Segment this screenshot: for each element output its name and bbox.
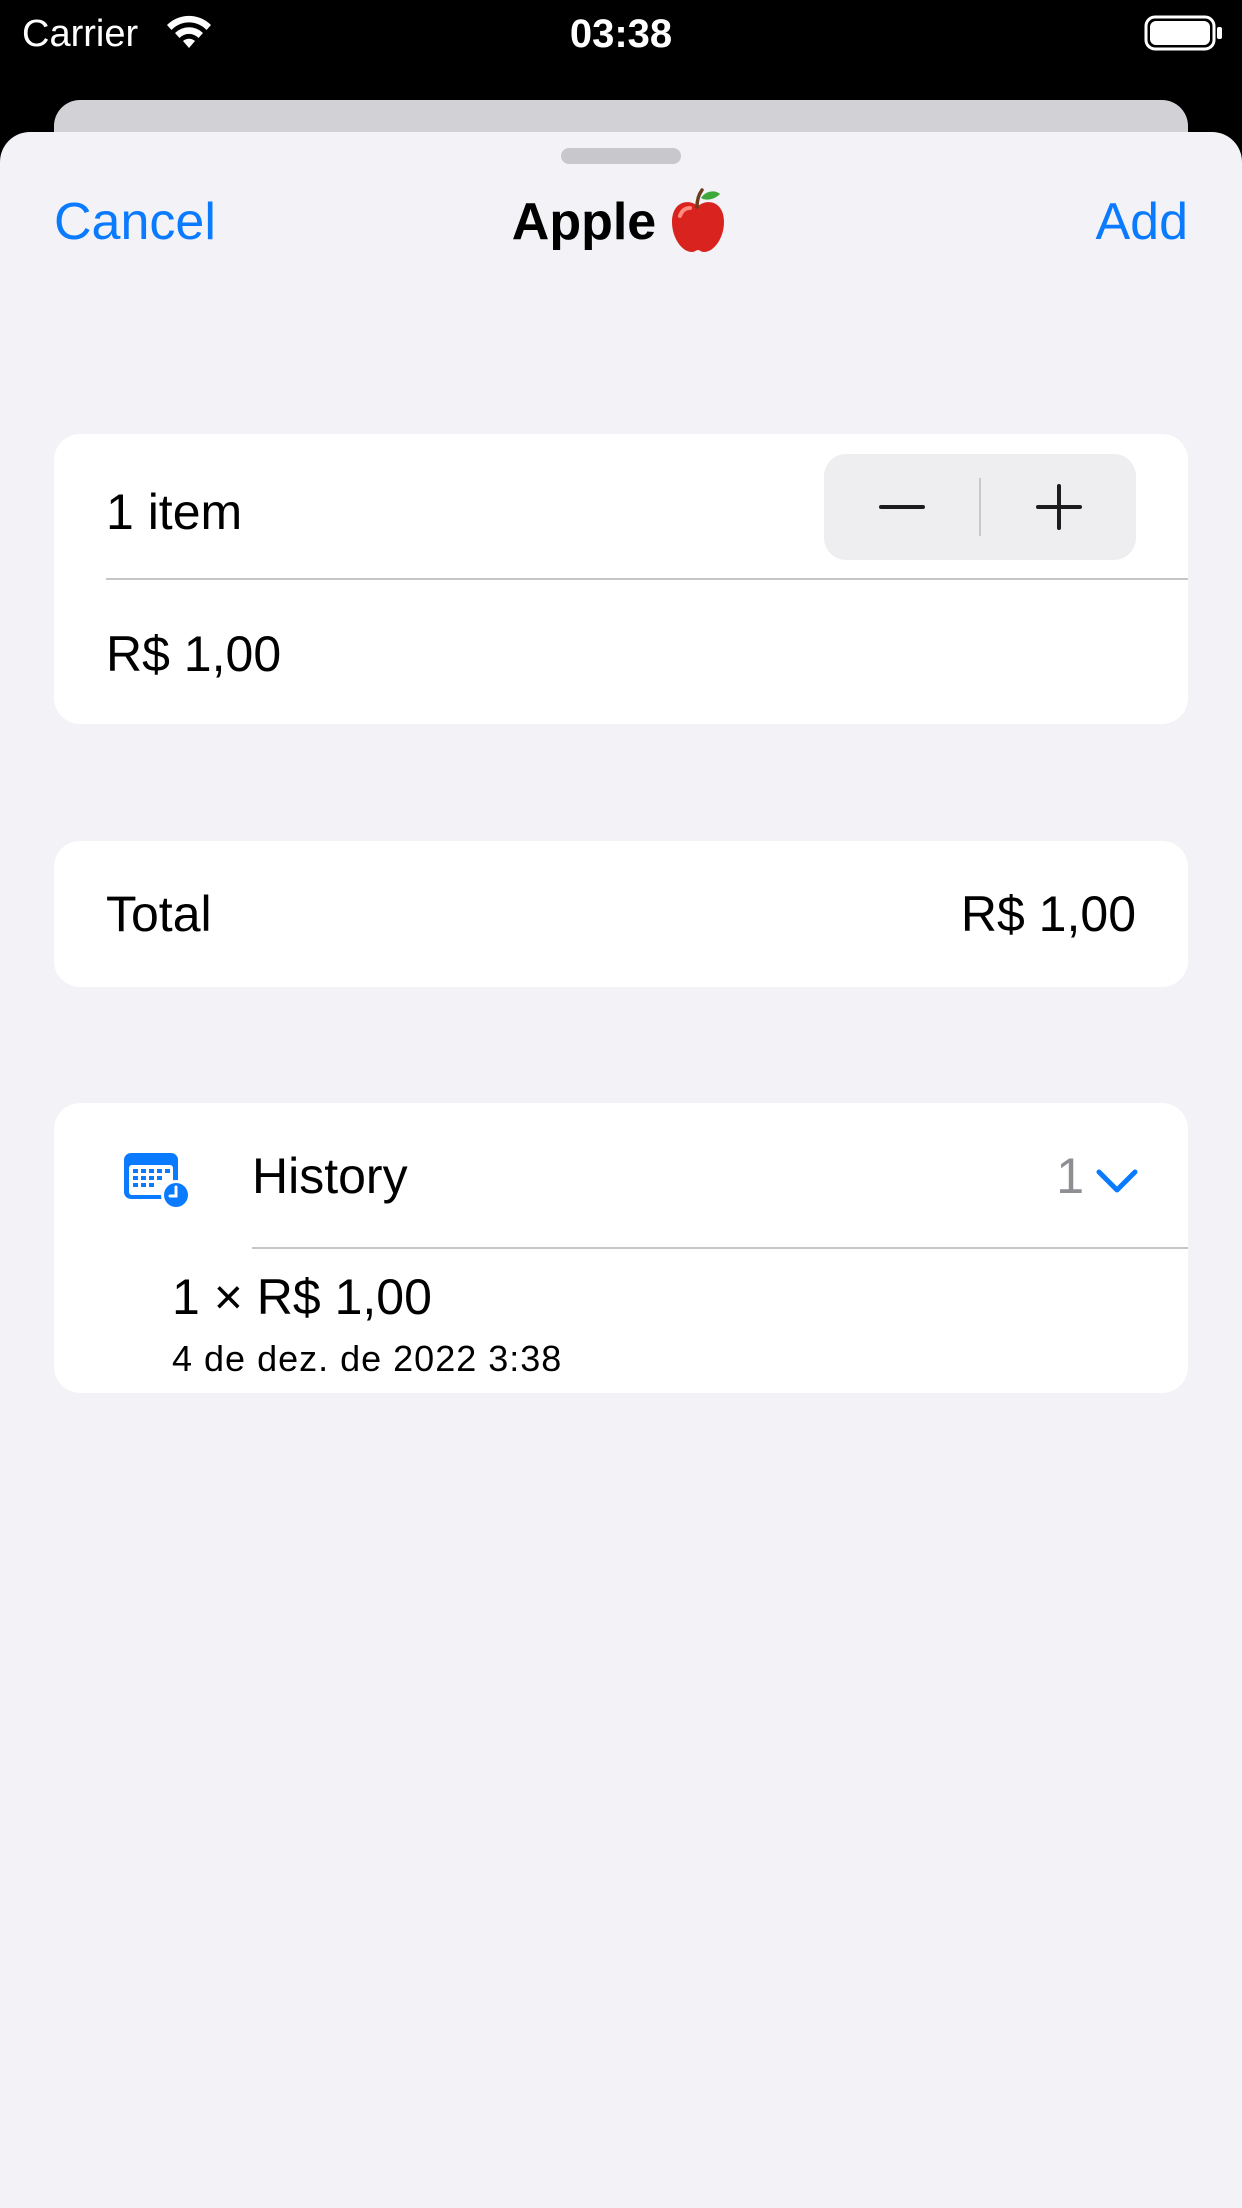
quantity-label: 1 item [106,484,243,540]
add-button[interactable]: Add [1095,190,1188,254]
divider [252,1247,1188,1249]
history-entry-summary: 1 × R$ 1,00 [172,1269,432,1325]
plus-icon [1036,484,1082,530]
history-entry-date: 4 de dez. de 2022 3:38 [172,1338,563,1379]
battery-icon [1144,15,1222,51]
quantity-card: 1 item R$ 1,00 [54,434,1188,724]
minus-icon [879,505,925,509]
sheet-grabber[interactable] [561,148,681,164]
history-label: History [252,1148,408,1204]
status-time: 03:38 [569,12,673,56]
total-value: R$ 1,00 [960,886,1136,942]
unit-price[interactable]: R$ 1,00 [106,624,281,684]
total-card: Total R$ 1,00 [54,841,1188,987]
increment-button[interactable] [981,454,1136,560]
status-bar: Carrier 03:38 [0,0,1242,70]
divider [106,578,1188,580]
total-label: Total [106,886,212,942]
page-title-text: Apple [511,193,657,251]
history-card: History 1 1 × R$ 1,00 4 de dez. de 2022 … [54,1103,1188,1393]
screen: Carrier 03:38 Cancel Apple Add 1 item R$… [0,0,1242,2208]
decrement-button[interactable] [824,454,979,560]
calendar-clock-icon [124,1153,191,1209]
red-apple-icon [672,188,725,253]
page-title: Apple [0,188,1242,254]
history-count: 1 [1056,1148,1084,1204]
chevron-down-icon[interactable] [1094,1165,1140,1195]
quantity-stepper[interactable] [824,454,1136,560]
